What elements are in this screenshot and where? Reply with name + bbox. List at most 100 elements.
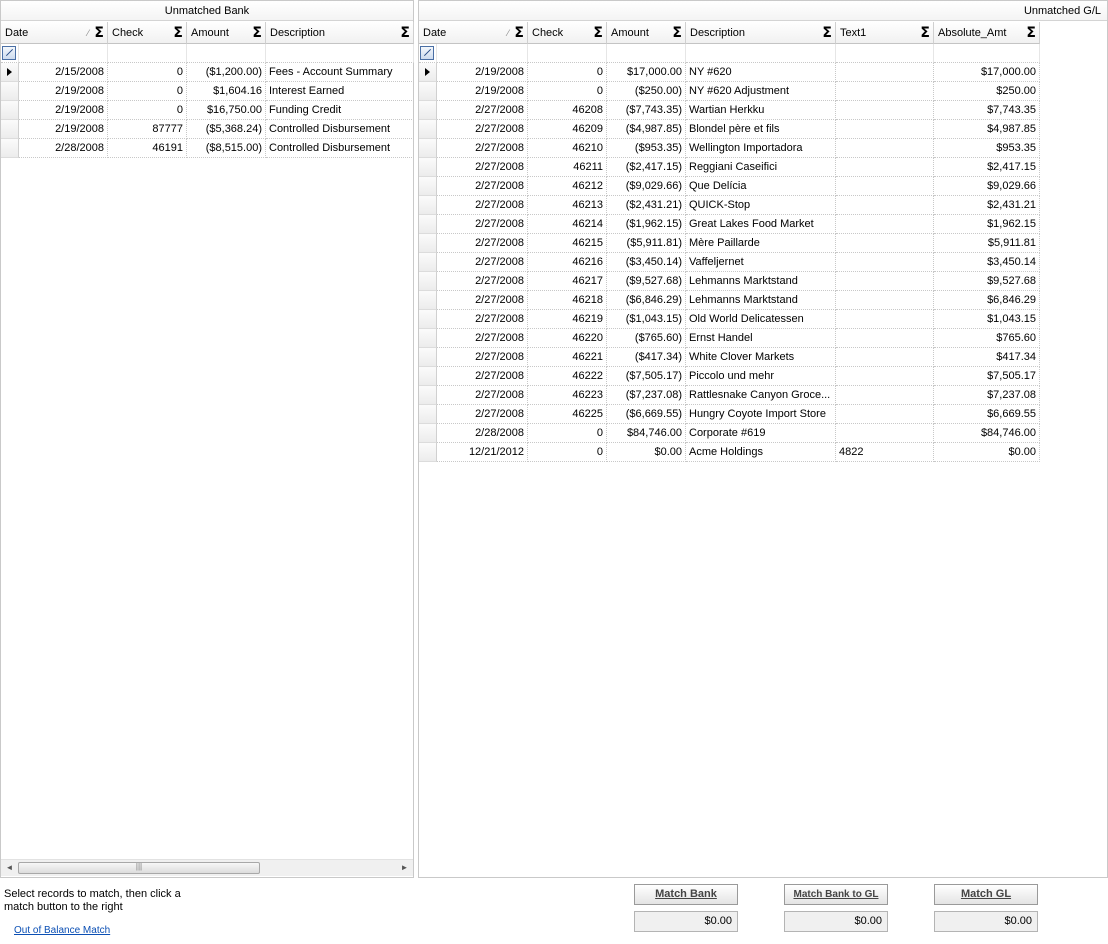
bank-filter-amount[interactable]	[187, 44, 266, 63]
gl-filter-amount[interactable]	[607, 44, 686, 63]
row-selector[interactable]	[419, 291, 437, 310]
gl-cell-date[interactable]: 2/19/2008	[437, 63, 528, 82]
gl-cell-date[interactable]: 2/27/2008	[437, 367, 528, 386]
match-bank-button[interactable]: Match Bank	[634, 884, 738, 905]
gl-cell-check[interactable]: 0	[528, 424, 607, 443]
bank-cell-amount[interactable]: ($8,515.00)	[187, 139, 266, 158]
gl-cell-amount[interactable]: ($1,043.15)	[607, 310, 686, 329]
table-row[interactable]: 2/27/2008 46214 ($1,962.15) Great Lakes Foo…	[419, 215, 1040, 234]
row-selector[interactable]	[419, 139, 437, 158]
bank-col-description[interactable]: Description Σ	[266, 22, 414, 44]
sigma-icon[interactable]: Σ	[252, 22, 262, 43]
gl-cell-description[interactable]: Blondel père et fils	[686, 120, 836, 139]
table-row[interactable]: 2/27/2008 46212 ($9,029.66) Que Delícia $9,0…	[419, 177, 1040, 196]
row-selector[interactable]	[419, 177, 437, 196]
filter-row-icon[interactable]	[2, 46, 16, 60]
row-selector[interactable]	[1, 82, 19, 101]
gl-cell-absolute_amt[interactable]: $953.35	[934, 139, 1040, 158]
gl-cell-absolute_amt[interactable]: $765.60	[934, 329, 1040, 348]
gl-cell-description[interactable]: Mère Paillarde	[686, 234, 836, 253]
bank-cell-description[interactable]: Fees - Account Summary	[266, 63, 414, 82]
row-selector[interactable]	[419, 158, 437, 177]
sigma-icon[interactable]: Σ	[514, 22, 524, 43]
table-row[interactable]: 2/19/2008 0 $16,750.00 Funding Credit	[1, 101, 414, 120]
gl-cell-description[interactable]: Old World Delicatessen	[686, 310, 836, 329]
bank-cell-date[interactable]: 2/15/2008	[19, 63, 108, 82]
gl-cell-description[interactable]: Wartian Herkku	[686, 101, 836, 120]
gl-cell-check[interactable]: 0	[528, 63, 607, 82]
gl-cell-text1[interactable]	[836, 158, 934, 177]
table-row[interactable]: 2/19/2008 0 $17,000.00 NY #620 $17,000.00	[419, 63, 1040, 82]
gl-cell-text1[interactable]	[836, 82, 934, 101]
gl-col-absolute-amt[interactable]: Absolute_Amt Σ	[934, 22, 1040, 44]
gl-cell-text1[interactable]	[836, 196, 934, 215]
gl-cell-check[interactable]: 46219	[528, 310, 607, 329]
match-gl-button[interactable]: Match GL	[934, 884, 1038, 905]
gl-cell-absolute_amt[interactable]: $7,237.08	[934, 386, 1040, 405]
row-selector[interactable]	[419, 234, 437, 253]
gl-col-amount[interactable]: Amount Σ	[607, 22, 686, 44]
gl-cell-check[interactable]: 46208	[528, 101, 607, 120]
gl-cell-date[interactable]: 2/19/2008	[437, 82, 528, 101]
gl-cell-absolute_amt[interactable]: $9,029.66	[934, 177, 1040, 196]
gl-cell-date[interactable]: 2/27/2008	[437, 120, 528, 139]
gl-cell-description[interactable]: Wellington Importadora	[686, 139, 836, 158]
gl-cell-amount[interactable]: ($4,987.85)	[607, 120, 686, 139]
scroll-right-arrow-icon[interactable]: ►	[396, 860, 413, 876]
row-selector[interactable]	[419, 215, 437, 234]
row-selector[interactable]	[419, 120, 437, 139]
gl-cell-check[interactable]: 46221	[528, 348, 607, 367]
gl-cell-amount[interactable]: $84,746.00	[607, 424, 686, 443]
row-selector[interactable]	[419, 443, 437, 462]
gl-cell-date[interactable]: 2/27/2008	[437, 291, 528, 310]
row-selector[interactable]	[419, 367, 437, 386]
gl-cell-date[interactable]: 2/27/2008	[437, 310, 528, 329]
gl-cell-absolute_amt[interactable]: $7,743.35	[934, 101, 1040, 120]
gl-cell-date[interactable]: 2/27/2008	[437, 405, 528, 424]
scrollbar-thumb[interactable]: |||	[18, 862, 260, 874]
row-pointer-icon[interactable]	[1, 63, 19, 82]
bank-cell-description[interactable]: Controlled Disbursement	[266, 120, 414, 139]
gl-cell-description[interactable]: NY #620 Adjustment	[686, 82, 836, 101]
gl-filter-text1[interactable]	[836, 44, 934, 63]
gl-cell-description[interactable]: Vaffeljernet	[686, 253, 836, 272]
sigma-icon[interactable]: Σ	[920, 22, 930, 43]
bank-col-check[interactable]: Check Σ	[108, 22, 187, 44]
bank-cell-amount[interactable]: $1,604.16	[187, 82, 266, 101]
gl-cell-date[interactable]: 2/28/2008	[437, 424, 528, 443]
bank-cell-date[interactable]: 2/28/2008	[19, 139, 108, 158]
bank-cell-description[interactable]: Funding Credit	[266, 101, 414, 120]
gl-cell-description[interactable]: Ernst Handel	[686, 329, 836, 348]
gl-cell-description[interactable]: Rattlesnake Canyon Groce...	[686, 386, 836, 405]
gl-cell-check[interactable]: 46218	[528, 291, 607, 310]
table-row[interactable]: 2/27/2008 46211 ($2,417.15) Reggiani Caseif…	[419, 158, 1040, 177]
gl-cell-text1[interactable]	[836, 348, 934, 367]
gl-cell-text1[interactable]	[836, 139, 934, 158]
gl-cell-absolute_amt[interactable]: $0.00	[934, 443, 1040, 462]
bank-col-amount[interactable]: Amount Σ	[187, 22, 266, 44]
table-row[interactable]: 2/27/2008 46220 ($765.60) Ernst Handel $765.…	[419, 329, 1040, 348]
gl-cell-check[interactable]: 46216	[528, 253, 607, 272]
gl-cell-description[interactable]: Lehmanns Marktstand	[686, 272, 836, 291]
gl-cell-check[interactable]: 0	[528, 443, 607, 462]
gl-cell-check[interactable]: 46209	[528, 120, 607, 139]
bank-cell-check[interactable]: 0	[108, 101, 187, 120]
bank-cell-amount[interactable]: $16,750.00	[187, 101, 266, 120]
gl-cell-absolute_amt[interactable]: $1,043.15	[934, 310, 1040, 329]
bank-cell-check[interactable]: 0	[108, 82, 187, 101]
bank-filter-description[interactable]	[266, 44, 414, 63]
table-row[interactable]: 2/27/2008 46225 ($6,669.55) Hungry Coyote I…	[419, 405, 1040, 424]
bank-cell-date[interactable]: 2/19/2008	[19, 101, 108, 120]
bank-cell-amount[interactable]: ($5,368.24)	[187, 120, 266, 139]
row-selector[interactable]	[419, 253, 437, 272]
row-selector[interactable]	[419, 405, 437, 424]
gl-cell-absolute_amt[interactable]: $7,505.17	[934, 367, 1040, 386]
table-row[interactable]: 2/27/2008 46209 ($4,987.85) Blondel père et…	[419, 120, 1040, 139]
gl-cell-description[interactable]: QUICK-Stop	[686, 196, 836, 215]
gl-cell-absolute_amt[interactable]: $84,746.00	[934, 424, 1040, 443]
table-row[interactable]: 12/21/2012 0 $0.00 Acme Holdings 4822 $0.00	[419, 443, 1040, 462]
gl-cell-amount[interactable]: ($765.60)	[607, 329, 686, 348]
gl-cell-date[interactable]: 2/27/2008	[437, 196, 528, 215]
gl-cell-date[interactable]: 2/27/2008	[437, 177, 528, 196]
sigma-icon[interactable]: Σ	[1026, 22, 1036, 43]
